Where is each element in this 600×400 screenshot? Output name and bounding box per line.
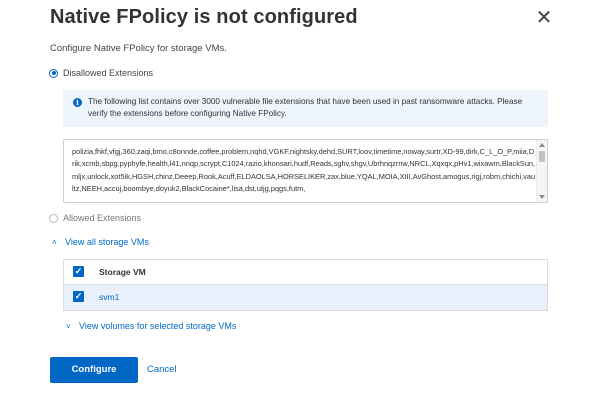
row-checkbox[interactable]: ✓ (73, 291, 84, 302)
extensions-textarea[interactable]: polizia,fhkf,vfgj,360,zaqi,bmo,c8onnde,c… (63, 139, 548, 203)
view-volumes-label: View volumes for selected storage VMs (79, 321, 237, 331)
fpolicy-dialog: Native FPolicy is not configured ✕ Confi… (0, 0, 600, 400)
disallowed-extensions-option[interactable]: Disallowed Extensions (49, 66, 153, 80)
chevron-up-icon: ˄ (52, 237, 57, 247)
chevron-down-icon: ˅ (66, 321, 71, 331)
view-all-storage-vms-label: View all storage VMs (65, 237, 149, 247)
cancel-button[interactable]: Cancel (147, 357, 177, 383)
storage-vm-column-header: Storage VM (99, 267, 146, 277)
allowed-extensions-radio[interactable] (49, 213, 58, 223)
dialog-subtitle: Configure Native FPolicy for storage VMs… (50, 43, 227, 54)
allowed-extensions-option[interactable]: Allowed Extensions (49, 211, 141, 225)
select-all-checkbox[interactable]: ✓ (73, 266, 84, 277)
extensions-text[interactable]: polizia,fhkf,vfgj,360,zaqi,bmo,c8onnde,c… (72, 146, 536, 202)
disallowed-extensions-radio[interactable] (49, 68, 58, 78)
scroll-thumb[interactable] (539, 151, 545, 162)
storage-vm-table: ✓ Storage VM ✓ svm1 (63, 259, 548, 311)
info-banner: i The following list contains over 3000 … (63, 90, 548, 127)
info-icon: i (73, 98, 82, 107)
disallowed-extensions-label: Disallowed Extensions (63, 68, 154, 78)
info-text: The following list contains over 3000 vu… (88, 97, 523, 118)
storage-vm-name[interactable]: svm1 (99, 292, 119, 302)
table-header: ✓ Storage VM (64, 260, 547, 285)
view-volumes-toggle[interactable]: ˅ View volumes for selected storage VMs (66, 321, 236, 331)
scroll-down-arrow-icon[interactable] (539, 195, 545, 199)
scroll-up-arrow-icon[interactable] (539, 143, 545, 147)
close-icon[interactable]: ✕ (534, 8, 554, 28)
view-all-storage-vms-toggle[interactable]: ˄ View all storage VMs (52, 237, 149, 247)
dialog-title: Native FPolicy is not configured (50, 6, 358, 28)
configure-button[interactable]: Configure (50, 357, 138, 383)
table-row[interactable]: ✓ svm1 (64, 285, 547, 310)
allowed-extensions-label: Allowed Extensions (63, 213, 142, 223)
extensions-scrollbar[interactable] (536, 140, 547, 202)
